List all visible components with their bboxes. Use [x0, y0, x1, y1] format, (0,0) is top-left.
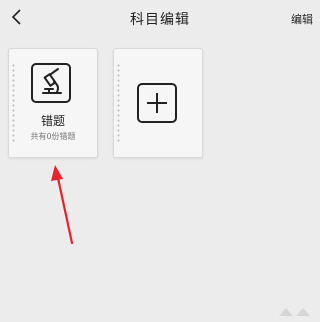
- card-name: 错题: [40, 114, 65, 128]
- microscope-icon: [31, 63, 71, 103]
- top-bar: 科目编辑 编辑: [0, 0, 320, 38]
- subject-card-wrong-questions[interactable]: 错题 共有0份错题: [8, 48, 98, 158]
- card-count: 共有0份错题: [30, 132, 76, 141]
- binder-holes: [117, 63, 120, 143]
- plus-icon: [137, 83, 177, 123]
- page-title: 科目编辑: [130, 12, 190, 28]
- add-subject-card[interactable]: [113, 48, 203, 158]
- watermark-icon: [279, 308, 310, 316]
- edit-button[interactable]: 编辑: [291, 11, 313, 27]
